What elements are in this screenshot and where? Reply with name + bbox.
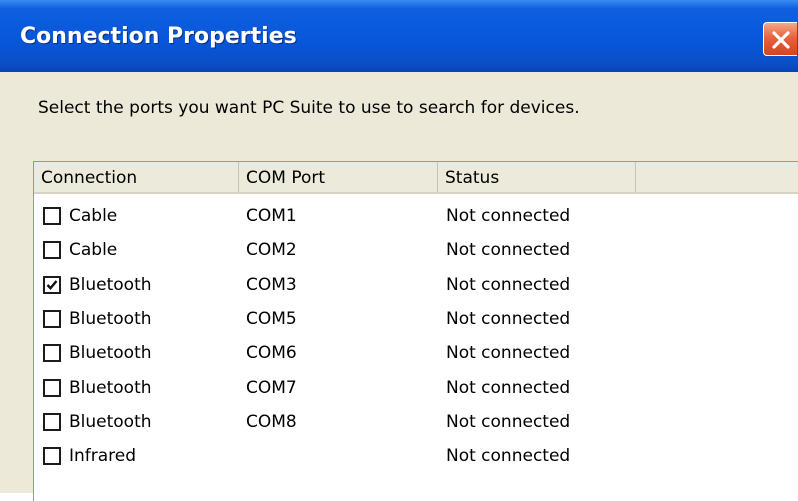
checkmark-icon <box>46 279 58 290</box>
list-header: Connection COM Port Status <box>34 162 798 194</box>
connection-cell: Cable <box>69 240 118 261</box>
row-checkbox[interactable] <box>43 207 61 225</box>
com-port-cell: COM6 <box>246 343 297 364</box>
status-cell: Not connected <box>446 274 571 295</box>
list-item[interactable]: Bluetooth COM3 Not connected <box>34 268 798 302</box>
row-checkbox[interactable] <box>43 447 61 466</box>
title-bar[interactable]: Connection Properties <box>0 0 798 72</box>
status-cell: Not connected <box>446 206 571 226</box>
com-port-cell: COM2 <box>246 240 297 261</box>
close-icon <box>772 31 790 49</box>
connection-cell: Infrared <box>69 446 137 467</box>
connection-cell: Bluetooth <box>69 274 152 295</box>
com-port-cell: COM3 <box>246 274 297 295</box>
connection-cell: Bluetooth <box>69 343 152 364</box>
window-title: Connection Properties <box>20 24 297 49</box>
list-item[interactable]: Bluetooth COM7 Not connected <box>34 371 798 405</box>
list-item[interactable]: Cable COM1 Not connected <box>34 199 798 233</box>
connection-cell: Bluetooth <box>69 411 152 432</box>
instruction-text: Select the ports you want PC Suite to us… <box>38 98 580 118</box>
list-item[interactable]: Bluetooth COM5 Not connected <box>34 302 798 336</box>
status-cell: Not connected <box>446 240 571 261</box>
list-item[interactable]: Cable COM2 Not connected <box>34 233 798 267</box>
row-checkbox[interactable] <box>43 309 61 328</box>
row-checkbox[interactable] <box>43 412 61 431</box>
status-cell: Not connected <box>446 343 571 364</box>
status-cell: Not connected <box>446 446 571 467</box>
list-item[interactable]: Infrared Not connected <box>34 439 798 473</box>
column-header-connection[interactable]: Connection <box>34 162 239 192</box>
com-port-cell: COM1 <box>246 206 297 226</box>
row-checkbox[interactable] <box>43 344 61 363</box>
close-button[interactable] <box>763 22 797 56</box>
com-port-cell: COM7 <box>246 377 297 398</box>
status-cell: Not connected <box>446 308 571 329</box>
connection-list[interactable]: Connection COM Port Status Cable COM1 Not … <box>33 161 798 501</box>
com-port-cell: COM5 <box>246 308 297 329</box>
com-port-cell: COM8 <box>246 411 297 432</box>
status-cell: Not connected <box>446 377 571 398</box>
dialog-body: Select the ports you want PC Suite to us… <box>0 72 798 501</box>
column-header-com-port[interactable]: COM Port <box>239 162 438 192</box>
row-checkbox[interactable] <box>43 241 61 260</box>
status-cell: Not connected <box>446 411 571 432</box>
connection-cell: Bluetooth <box>69 308 152 329</box>
column-header-empty[interactable] <box>636 162 798 192</box>
column-header-status[interactable]: Status <box>438 162 636 192</box>
connection-cell: Cable <box>69 206 118 226</box>
row-checkbox[interactable] <box>43 378 61 397</box>
row-checkbox[interactable] <box>43 275 61 294</box>
list-item[interactable]: Bluetooth COM8 Not connected <box>34 405 798 439</box>
connection-cell: Bluetooth <box>69 377 152 398</box>
list-item[interactable]: Bluetooth COM6 Not connected <box>34 336 798 370</box>
